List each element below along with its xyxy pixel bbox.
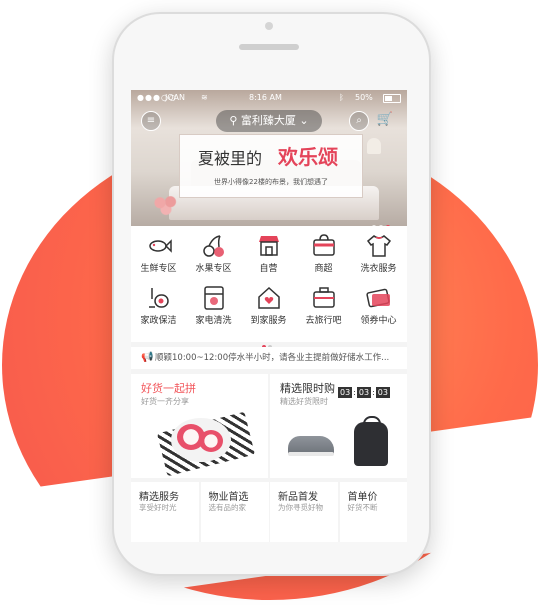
status-bar: ●●●○○ JOAN ≋ 8:16 AM ᛒ 50%	[131, 90, 407, 106]
service-label: 商超	[314, 264, 333, 274]
cart-icon[interactable]: 🛒	[375, 111, 395, 131]
banner-title-left: 夏被里的	[198, 149, 263, 168]
service-label: 家电清洗	[195, 316, 232, 326]
service-cherry[interactable]: 水果专区	[186, 228, 241, 278]
shirt-icon	[366, 233, 392, 259]
service-suitcase[interactable]: 去旅行吧	[296, 280, 351, 330]
service-label: 自营	[259, 264, 278, 274]
banner-subtitle: 世界小得像22楼的布景，我们想遇了	[214, 178, 328, 186]
feature-card[interactable]: 新品首发 为你寻觅好物	[270, 482, 338, 542]
phone-screen: 夏被里的 欢乐颂 世界小得像22楼的布景，我们想遇了 ●●●○○ JOAN ≋ …	[131, 90, 407, 542]
notice-bar[interactable]: 📢 顺颖10:00~12:00停水半小时，请各业主提前做好储水工作...	[131, 347, 407, 369]
location-pin-icon: ⚲	[229, 114, 238, 127]
carrier-name: JOAN	[165, 93, 185, 102]
home-heart-icon	[256, 285, 282, 311]
feature-title: 首单价	[347, 492, 378, 503]
location-selector[interactable]: ⚲ 富利臻大厦 ⌄	[216, 110, 322, 132]
location-name: 富利臻大厦	[240, 114, 296, 127]
ticket-icon	[365, 285, 392, 311]
battery-percent: 50%	[355, 93, 373, 102]
bluetooth-icon: ᛒ	[339, 93, 344, 102]
backpack-image	[354, 416, 388, 466]
flash-sale-title: 精选限时购	[280, 382, 335, 395]
banner-card: 夏被里的 欢乐颂 世界小得像22楼的布景，我们想遇了	[179, 134, 363, 198]
feature-card[interactable]: 物业首选 选有品的家	[200, 482, 269, 542]
fish-icon	[146, 233, 172, 259]
service-fish[interactable]: 生鲜专区	[131, 228, 186, 278]
service-label: 去旅行吧	[305, 316, 342, 326]
phone-speaker	[239, 44, 299, 50]
dragonfruit-image	[199, 430, 223, 452]
banner-lamp	[367, 138, 381, 154]
service-vacuum[interactable]: 家政保洁	[131, 280, 186, 330]
service-label: 到家服务	[250, 316, 287, 326]
phone-camera	[265, 22, 273, 30]
service-store[interactable]: 自营	[241, 228, 296, 278]
banner-flowers	[151, 194, 181, 216]
service-shopping-bag[interactable]: 商超	[296, 228, 351, 278]
countdown-timer: 03:03:03	[338, 387, 390, 398]
chevron-down-icon: ⌄	[299, 114, 309, 127]
cherry-icon	[201, 233, 227, 259]
search-icon[interactable]: ⌕	[349, 111, 369, 131]
battery-icon	[383, 94, 401, 103]
sneaker-image	[288, 436, 334, 456]
menu-icon[interactable]: ≡	[141, 111, 161, 131]
shopping-bag-icon	[311, 233, 337, 259]
service-label: 洗衣服务	[360, 264, 397, 274]
wifi-icon: ≋	[201, 93, 208, 102]
feature-title: 精选服务	[139, 492, 179, 503]
flash-sale-subtitle: 精选好货限时	[280, 397, 328, 406]
feature-subtitle: 选有品的家	[208, 503, 247, 512]
feature-subtitle: 好货不断	[347, 503, 378, 512]
group-buy-subtitle: 好货一齐分享	[141, 397, 189, 406]
banner-title-right: 欢乐颂	[278, 145, 338, 169]
feature-subtitle: 为你寻觅好物	[278, 503, 323, 512]
service-ticket[interactable]: 领券中心	[351, 280, 406, 330]
group-buy-card[interactable]: 好货一起拼 好货一齐分享	[131, 374, 268, 478]
countdown-seconds: 03	[375, 387, 390, 398]
flash-sale-card[interactable]: 精选限时购 03:03:03 精选好货限时	[270, 374, 407, 478]
vacuum-icon	[146, 285, 172, 311]
service-label: 家政保洁	[140, 316, 177, 326]
store-icon	[256, 233, 282, 259]
feature-subtitle: 享受好时光	[139, 503, 177, 512]
service-appliance[interactable]: 家电清洗	[186, 280, 241, 330]
service-home-heart[interactable]: 到家服务	[241, 280, 296, 330]
service-label: 生鲜专区	[140, 264, 177, 274]
service-label: 领券中心	[360, 316, 397, 326]
service-grid: 生鲜专区 水果专区 自营 商超 洗衣服务家政保洁 家电清洗 到家服务 去旅行吧 领券中心	[131, 226, 407, 349]
top-nav: ≡ ⚲ 富利臻大厦 ⌄ ⌕ 🛒	[131, 106, 407, 136]
group-buy-title: 好货一起拼	[141, 382, 196, 395]
suitcase-icon	[311, 285, 337, 311]
countdown-minutes: 03	[356, 387, 372, 398]
service-label: 水果专区	[195, 264, 232, 274]
feature-card[interactable]: 精选服务 享受好时光	[131, 482, 199, 542]
feature-card[interactable]: 首单价 好货不断	[339, 482, 407, 542]
countdown-hours: 03	[338, 387, 353, 398]
feature-title: 新品首发	[278, 492, 318, 503]
service-shirt[interactable]: 洗衣服务	[351, 228, 406, 278]
feature-row: 精选服务 享受好时光 物业首选 选有品的家 新品首发 为你寻觅好物 首单价 好货不断	[131, 482, 407, 542]
notice-text: 顺颖10:00~12:00停水半小时，请各业主提前做好储水工作...	[155, 353, 390, 363]
appliance-icon	[201, 285, 227, 311]
feature-title: 物业首选	[208, 492, 249, 503]
clock: 8:16 AM	[249, 93, 282, 102]
megaphone-icon: 📢	[141, 352, 154, 363]
